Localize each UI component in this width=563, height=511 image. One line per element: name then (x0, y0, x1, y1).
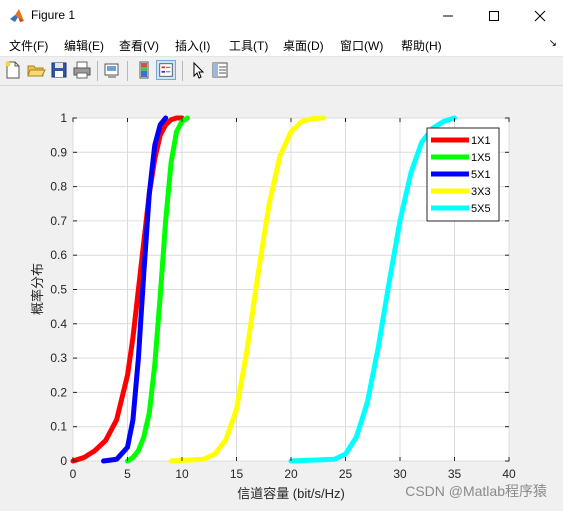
x-tick-label: 25 (339, 467, 353, 481)
menu-window[interactable]: 窗口(W) (340, 37, 383, 54)
toolbar-separator (127, 61, 128, 81)
legend[interactable]: 1X1 1X5 5X1 3X3 5X5 (426, 127, 500, 222)
y-tick-label: 0.3 (50, 351, 67, 365)
legend-label: 5X5 (471, 203, 491, 215)
y-tick-label: 0.6 (50, 248, 67, 262)
menu-insert[interactable]: 插入(I) (175, 37, 210, 54)
y-tick-label: 1 (60, 111, 67, 125)
toolbar-separator (97, 61, 98, 81)
figure-canvas: 0 5 10 15 20 25 30 35 40 0 0.1 0.2 0.3 0.4 0.5 0.6 0.7 0.… (0, 86, 563, 507)
y-tick-label: 0.5 (50, 283, 67, 297)
insert-colorbar-icon[interactable] (134, 60, 154, 80)
cdf-plot[interactable]: 0 5 10 15 20 25 30 35 40 0 0.1 0.2 0.3 0.4 0.5 0.6 0.7 0.… (0, 86, 563, 507)
x-tick-label: 15 (230, 467, 244, 481)
toolbar-separator (182, 61, 183, 81)
property-inspector-icon[interactable] (210, 60, 230, 80)
menu-file[interactable]: 文件(F) (9, 37, 48, 54)
x-tick-label: 35 (448, 467, 462, 481)
maximize-button[interactable] (471, 0, 517, 32)
x-tick-label: 10 (175, 467, 189, 481)
open-folder-icon[interactable] (26, 60, 46, 80)
close-icon (534, 10, 546, 22)
insert-legend-icon[interactable] (156, 60, 176, 80)
y-tick-label: 0.4 (50, 317, 67, 331)
y-tick-label: 0 (60, 454, 67, 468)
watermark: CSDN @Matlab程序猿 (405, 483, 547, 499)
legend-label: 1X5 (471, 152, 491, 164)
menu-edit[interactable]: 编辑(E) (64, 37, 104, 54)
y-tick-label: 0.7 (50, 214, 67, 228)
toolbar (0, 57, 563, 86)
menu-view[interactable]: 查看(V) (119, 37, 159, 54)
y-tick-label: 0.8 (50, 180, 67, 194)
y-tick-label: 0.1 (50, 420, 67, 434)
edit-plot-pointer-icon[interactable] (188, 60, 208, 80)
legend-label: 1X1 (471, 135, 491, 147)
print-icon[interactable] (72, 60, 92, 80)
legend-label: 5X1 (471, 169, 491, 181)
x-axis-label: 信道容量 (bit/s/Hz) (237, 486, 345, 501)
y-axis-label: 概率分布 (30, 263, 45, 315)
x-tick-label: 20 (284, 467, 298, 481)
minimize-icon (443, 15, 453, 17)
maximize-icon (489, 11, 499, 21)
new-figure-icon[interactable] (3, 60, 23, 80)
y-tick-label: 0.9 (50, 145, 67, 159)
close-button[interactable] (517, 0, 563, 32)
window-title: Figure 1 (31, 8, 76, 22)
link-plot-icon[interactable] (102, 60, 122, 80)
x-tick-label: 30 (393, 467, 407, 481)
legend-label: 3X3 (471, 186, 491, 198)
matlab-logo-icon (10, 9, 24, 22)
y-tick-label: 0.2 (50, 385, 67, 399)
menu-tools[interactable]: 工具(T) (229, 37, 268, 54)
x-tick-label: 5 (124, 467, 131, 481)
menu-desktop[interactable]: 桌面(D) (283, 37, 324, 54)
minimize-button[interactable] (425, 0, 471, 32)
menu-overflow-icon[interactable]: ↘ (549, 38, 557, 49)
menu-bar: 文件(F) 编辑(E) 查看(V) 插入(I) 工具(T) 桌面(D) 窗口(W… (0, 32, 563, 57)
x-tick-label: 0 (70, 467, 77, 481)
title-bar: Figure 1 (0, 0, 563, 32)
menu-help[interactable]: 帮助(H) (401, 37, 442, 54)
save-icon[interactable] (49, 60, 69, 80)
x-tick-label: 40 (502, 467, 516, 481)
